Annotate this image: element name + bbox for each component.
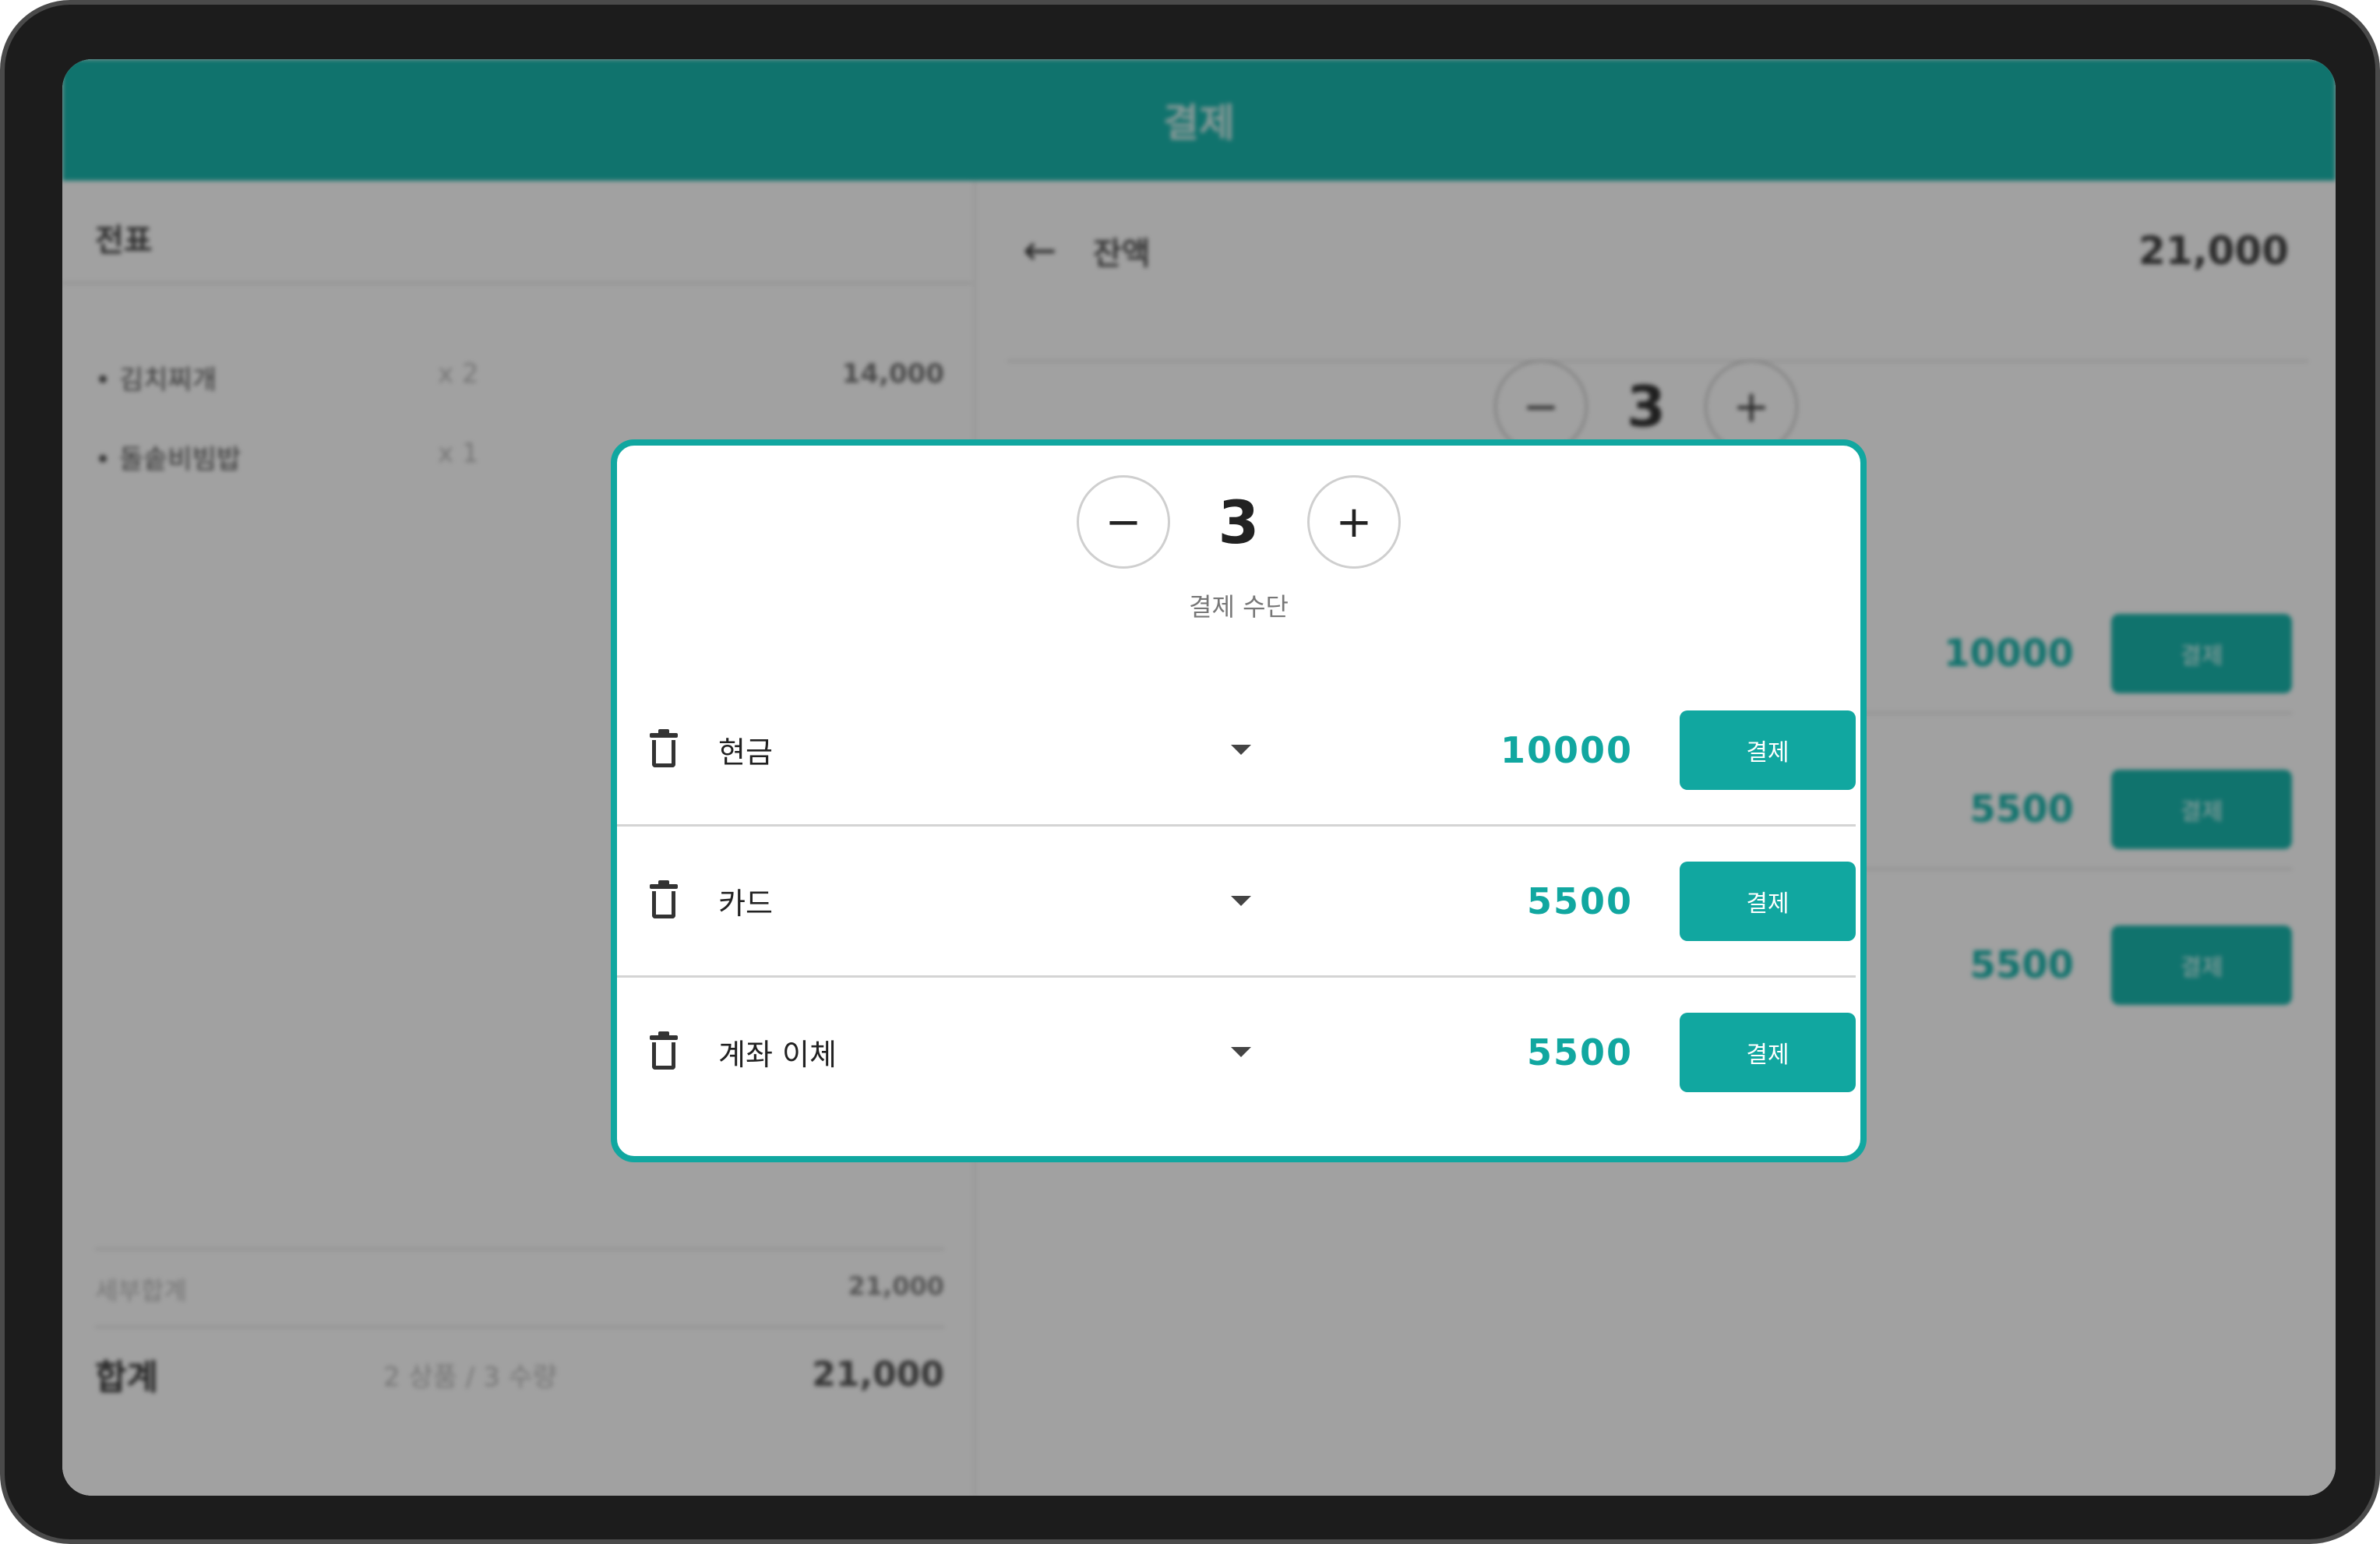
payment-method-select[interactable]: 현금 — [718, 728, 773, 771]
payment-row-transfer: 계좌 이체 5500 결제 — [617, 977, 1856, 1127]
payment-row-card: 카드 5500 결제 — [617, 826, 1856, 976]
split-count-stepper: − 3 + — [617, 475, 1860, 569]
payment-method-caption: 결제 수단 — [1189, 592, 1289, 622]
payment-amount: 10000 — [1500, 728, 1633, 771]
payment-row-cash: 현금 10000 결제 — [617, 675, 1856, 825]
split-payment-modal: − 3 + 결제 수단 현금 10000 결제 카드 5500 결제 계좌 이체 — [611, 439, 1867, 1162]
payment-amount: 5500 — [1526, 880, 1633, 922]
increment-button[interactable]: + — [1307, 475, 1401, 569]
trash-icon[interactable] — [650, 1031, 678, 1070]
payment-amount: 5500 — [1526, 1031, 1633, 1073]
split-count-value: 3 — [1218, 487, 1260, 557]
payment-method-select[interactable]: 카드 — [718, 880, 773, 922]
dropdown-caret-icon[interactable] — [1231, 745, 1251, 755]
pay-button[interactable]: 결제 — [1680, 710, 1856, 790]
tablet-frame: 결제 전표 • 김치찌개 x 2 14,000 • 돌솥비빔밥 x 1 세부합계 — [0, 0, 2380, 1544]
pay-button[interactable]: 결제 — [1680, 1012, 1856, 1092]
trash-icon[interactable] — [650, 728, 678, 767]
payment-method-select[interactable]: 계좌 이체 — [718, 1031, 837, 1073]
dropdown-caret-icon[interactable] — [1231, 896, 1251, 906]
decrement-button[interactable]: − — [1077, 475, 1170, 569]
pay-button[interactable]: 결제 — [1680, 861, 1856, 941]
trash-icon[interactable] — [650, 880, 678, 918]
dropdown-caret-icon[interactable] — [1231, 1047, 1251, 1057]
